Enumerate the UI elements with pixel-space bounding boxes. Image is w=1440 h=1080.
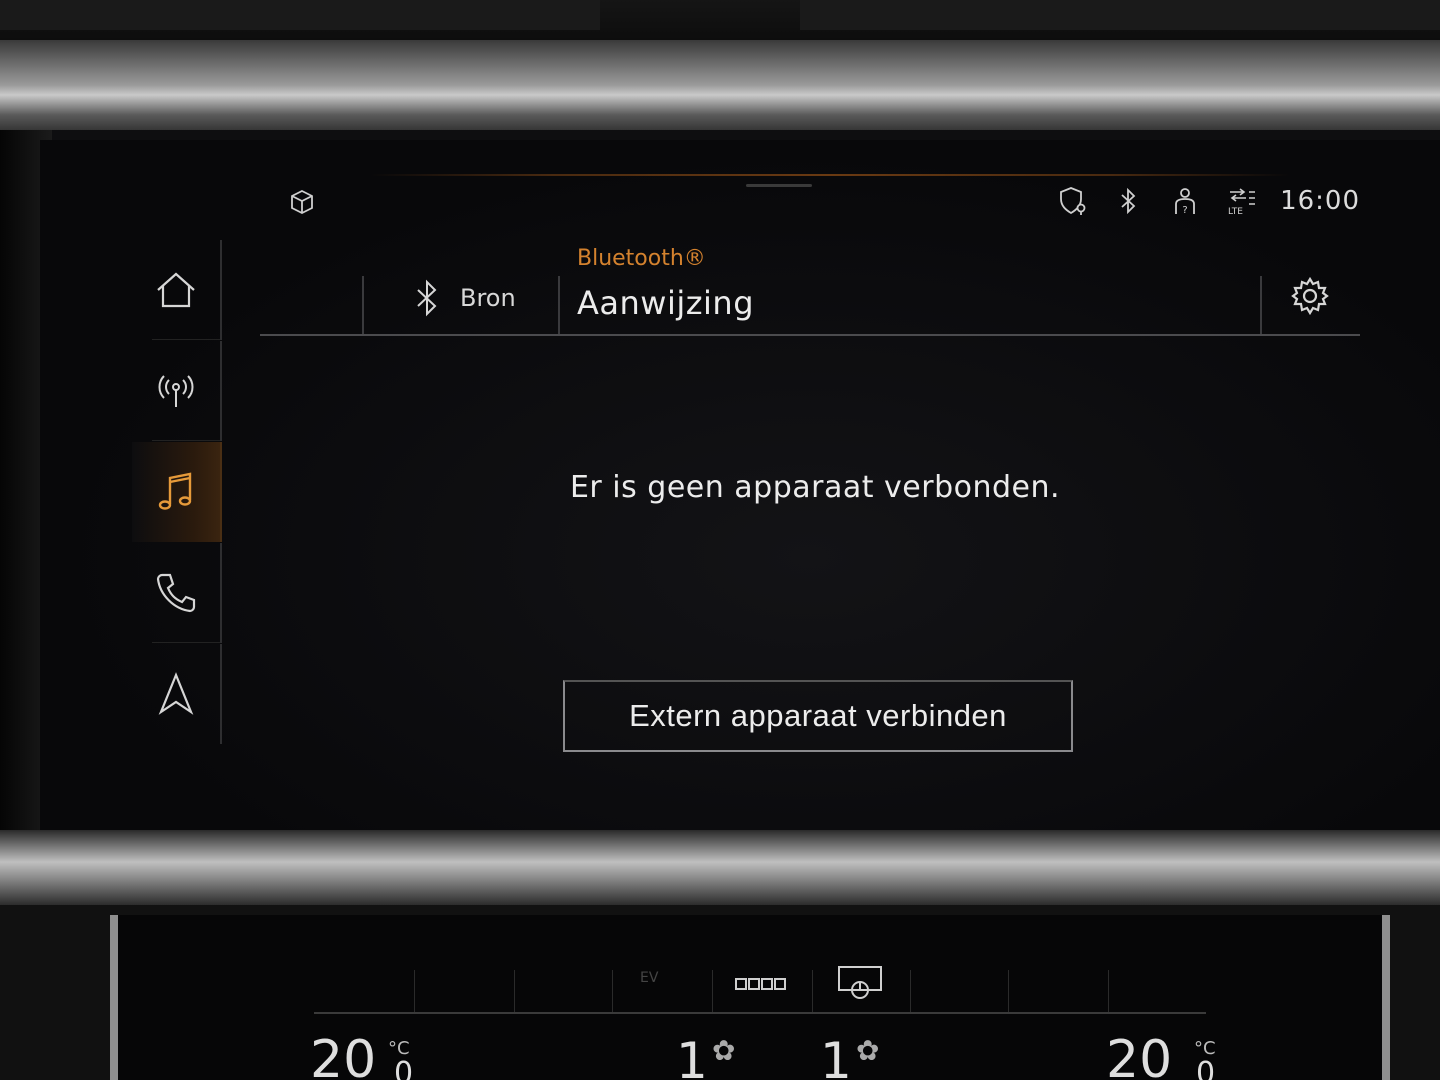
no-device-message: Er is geen apparaat verbonden. [569, 470, 1061, 505]
air-vent-left [0, 0, 600, 30]
shield-location-icon [1060, 187, 1086, 215]
right-temperature[interactable]: 20 [1106, 1030, 1172, 1080]
home-icon [157, 272, 195, 308]
person-help-icon: ? [1175, 188, 1195, 216]
fan-icon: ✿ [712, 1034, 736, 1067]
air-vent-right [800, 0, 1440, 30]
header-bar: Bron Bluetooth® Aanwijzing [260, 240, 1360, 336]
source-button[interactable]: Bron [412, 278, 516, 318]
rear-defrost-icon[interactable] [734, 976, 788, 992]
screen-bezel-bottom [0, 830, 1440, 910]
fan-icon: ✿ [856, 1034, 880, 1067]
phone-icon [156, 573, 196, 613]
gear-icon[interactable] [1290, 276, 1330, 316]
pull-down-handle[interactable] [746, 184, 812, 187]
navigation-arrow-icon [158, 672, 194, 715]
page-title: Aanwijzing [577, 284, 755, 322]
clock: 16:00 [1280, 186, 1360, 216]
climate-divider [314, 1012, 1206, 1014]
nav-phone[interactable] [132, 543, 222, 643]
bluetooth-icon [417, 279, 437, 317]
top-accent-line [370, 174, 1290, 176]
dashboard-top [0, 0, 1440, 40]
nav-navigation[interactable] [132, 644, 222, 744]
radio-antenna-icon [158, 375, 194, 407]
nav-home[interactable] [132, 240, 222, 340]
connect-external-device-button[interactable]: Extern apparaat verbinden [563, 680, 1073, 752]
svg-text:LTE: LTE [1228, 207, 1243, 217]
right-temperature-decimal: 0 [1196, 1056, 1216, 1080]
left-temperature[interactable]: 20 [310, 1030, 376, 1080]
fan-left[interactable]: 1 [676, 1032, 708, 1080]
infotainment-screen: ? LTE 16:00 Bron Bluetooth® Aanwijzing E… [40, 140, 1440, 835]
bluetooth-icon [1121, 187, 1136, 215]
source-label: Bron [460, 284, 516, 312]
page-subtitle: Bluetooth® [577, 246, 706, 271]
fan-right[interactable]: 1 [820, 1032, 852, 1080]
svg-text:?: ? [1182, 205, 1187, 216]
climate-power-icon[interactable] [836, 964, 884, 1002]
status-bar: ? LTE 16:00 [1056, 184, 1360, 218]
lte-signal-icon: LTE [1228, 188, 1256, 217]
nav-radio[interactable] [132, 341, 222, 441]
eco-label: EV [640, 970, 659, 986]
screen-bezel-top [0, 40, 1440, 140]
cube-icon[interactable] [288, 188, 316, 216]
left-temperature-decimal: 0 [394, 1056, 414, 1080]
